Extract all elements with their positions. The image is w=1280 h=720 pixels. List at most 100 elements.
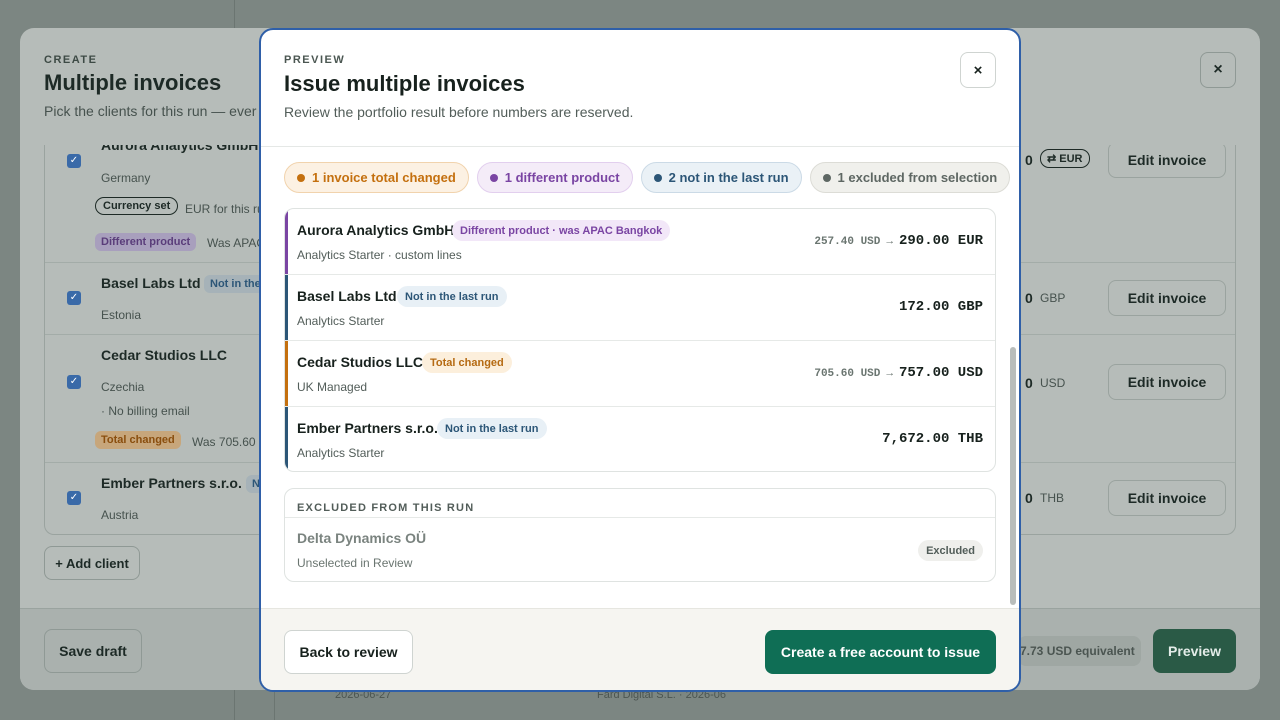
total-changed-tag: Total changed — [95, 431, 181, 449]
create-account-issue-button[interactable]: Create a free account to issue — [765, 630, 996, 674]
currency-code: GBP — [1040, 291, 1066, 305]
invoice-status-badge: Total changed — [422, 352, 512, 373]
create-title: Multiple invoices — [44, 70, 222, 95]
excluded-heading: EXCLUDED FROM THIS RUN — [297, 502, 475, 514]
invoice-preview-list: Aurora Analytics GmbH Different product … — [284, 208, 996, 472]
preview-scrollbar[interactable] — [1010, 147, 1016, 608]
amount-fragment: 0 — [1025, 375, 1033, 391]
status-bar — [285, 407, 288, 471]
arrow-right-icon: → — [886, 368, 893, 380]
chip-excluded: 1 excluded from selection — [809, 162, 1011, 193]
save-draft-button[interactable]: Save draft — [44, 629, 142, 673]
create-close-button[interactable]: × — [1200, 52, 1236, 88]
previous-amount: 257.40 USD — [814, 236, 881, 248]
currency-set-tag: Currency set — [95, 197, 179, 215]
summary-chips: 1 invoice total changed 1 different prod… — [284, 162, 1011, 193]
check-icon: ✓ — [69, 492, 79, 503]
check-icon: ✓ — [69, 155, 79, 166]
currency-code: USD — [1040, 376, 1066, 390]
client-name: Cedar Studios LLC — [101, 347, 228, 363]
not-in-last-run-tag: Not in the — [204, 275, 267, 293]
preview-button[interactable]: Preview — [1153, 629, 1236, 673]
chip-dot-icon — [489, 173, 498, 182]
edit-invoice-button[interactable]: Edit invoice — [1108, 480, 1226, 516]
amount-fragment: 0 — [1025, 490, 1033, 506]
invoice-client-name: Basel Labs Ltd — [297, 288, 397, 304]
excluded-badge: Excluded — [918, 540, 983, 561]
edit-invoice-button[interactable]: Edit invoice — [1108, 280, 1226, 316]
client-country: Germany — [101, 171, 151, 185]
invoice-plan: Analytics Starter — [297, 314, 385, 328]
usd-equivalent-badge: 7.73 USD equivalent — [1018, 636, 1141, 666]
scrollbar-thumb[interactable] — [1010, 347, 1016, 605]
excluded-client-name: Delta Dynamics OÜ — [297, 530, 427, 546]
chip-label: 2 not in the last run — [668, 170, 789, 185]
arrow-right-icon: → — [886, 236, 893, 248]
create-subtitle: Pick the clients for this run — ever — [44, 103, 257, 119]
chip-total-changed: 1 invoice total changed — [284, 162, 469, 193]
invoice-preview-row: Cedar Studios LLC Total changed UK Manag… — [285, 341, 995, 407]
invoice-status-badge: Different product · was APAC Bangkok — [452, 220, 671, 241]
chip-label: 1 invoice total changed — [312, 170, 456, 185]
amount-fragment: 0 — [1025, 290, 1033, 306]
excluded-reason: Unselected in Review — [297, 556, 413, 570]
invoice-client-name: Cedar Studios LLC — [297, 354, 424, 370]
preview-footer: Back to review Create a free account to … — [261, 608, 1019, 690]
billing-email-note: · No billing email — [101, 404, 190, 418]
invoice-client-name: Ember Partners s.r.o. — [297, 420, 438, 436]
add-client-button[interactable]: + Add client — [44, 546, 140, 580]
chip-different-product: 1 different product — [476, 162, 633, 193]
new-amount: 290.00 EUR — [898, 233, 983, 249]
chip-label: 1 different product — [504, 170, 620, 185]
total-changed-note: Was 705.60 U — [192, 435, 268, 449]
currency-code: THB — [1040, 491, 1064, 505]
edit-invoice-button[interactable]: Edit invoice — [1108, 145, 1226, 178]
invoice-plan: UK Managed — [297, 380, 368, 394]
invoice-client-name: Aurora Analytics GmbH — [297, 222, 455, 238]
different-note: Was APAC — [207, 236, 266, 250]
invoice-preview-row: Ember Partners s.r.o. Not in the last ru… — [285, 407, 995, 471]
invoice-amount: 705.60 USD → 757.00 USD — [814, 365, 983, 381]
preview-subtitle: Review the portfolio result before numbe… — [284, 104, 634, 120]
previous-amount: 705.60 USD — [814, 368, 881, 380]
new-amount: 7,672.00 THB — [882, 431, 983, 447]
close-icon: × — [973, 61, 983, 79]
preview-body[interactable]: 1 invoice total changed 1 different prod… — [261, 147, 1019, 608]
close-icon: × — [1213, 61, 1223, 78]
excluded-divider — [285, 517, 995, 518]
invoice-status-badge: Not in the last run — [397, 286, 507, 307]
different-product-tag: Different product — [95, 233, 197, 251]
invoice-status-badge: Not in the last run — [437, 418, 547, 439]
invoice-plan: Analytics Starter · custom lines — [297, 248, 462, 262]
preview-eyebrow: PREVIEW — [284, 54, 346, 66]
status-bar — [285, 341, 288, 406]
check-icon: ✓ — [69, 376, 79, 387]
excluded-section: EXCLUDED FROM THIS RUN Delta Dynamics OÜ… — [284, 488, 996, 582]
status-bar — [285, 275, 288, 340]
amount-fragment: 0 — [1025, 152, 1033, 168]
invoice-preview-row: Basel Labs Ltd Not in the last run Analy… — [285, 275, 995, 341]
status-bar — [285, 209, 288, 274]
chip-not-in-last-run: 2 not in the last run — [640, 162, 802, 193]
row-checkbox[interactable]: ✓ — [67, 291, 81, 305]
row-checkbox[interactable]: ✓ — [67, 154, 81, 168]
client-name: Basel Labs Ltd — [101, 275, 201, 291]
preview-title: Issue multiple invoices — [284, 71, 525, 96]
invoice-amount: 257.40 USD → 290.00 EUR — [814, 233, 983, 249]
back-to-review-button[interactable]: Back to review — [284, 630, 413, 674]
client-country: Austria — [101, 508, 139, 522]
invoice-amount: 172.00 GBP — [887, 299, 983, 315]
edit-invoice-button[interactable]: Edit invoice — [1108, 364, 1226, 400]
currency-badge: ⇄ EUR — [1040, 149, 1090, 168]
invoice-plan: Analytics Starter — [297, 446, 385, 460]
preview-close-button[interactable]: × — [960, 52, 996, 88]
preview-header: PREVIEW Issue multiple invoices Review t… — [261, 30, 1019, 147]
row-checkbox[interactable]: ✓ — [67, 491, 81, 505]
chip-dot-icon — [653, 173, 662, 182]
invoice-preview-row: Aurora Analytics GmbH Different product … — [285, 209, 995, 275]
chip-dot-icon — [297, 173, 305, 182]
row-checkbox[interactable]: ✓ — [67, 375, 81, 389]
create-eyebrow: CREATE — [44, 54, 98, 66]
currency-note: EUR for this ru — [185, 202, 264, 216]
invoice-amount: 7,672.00 THB — [870, 431, 983, 447]
